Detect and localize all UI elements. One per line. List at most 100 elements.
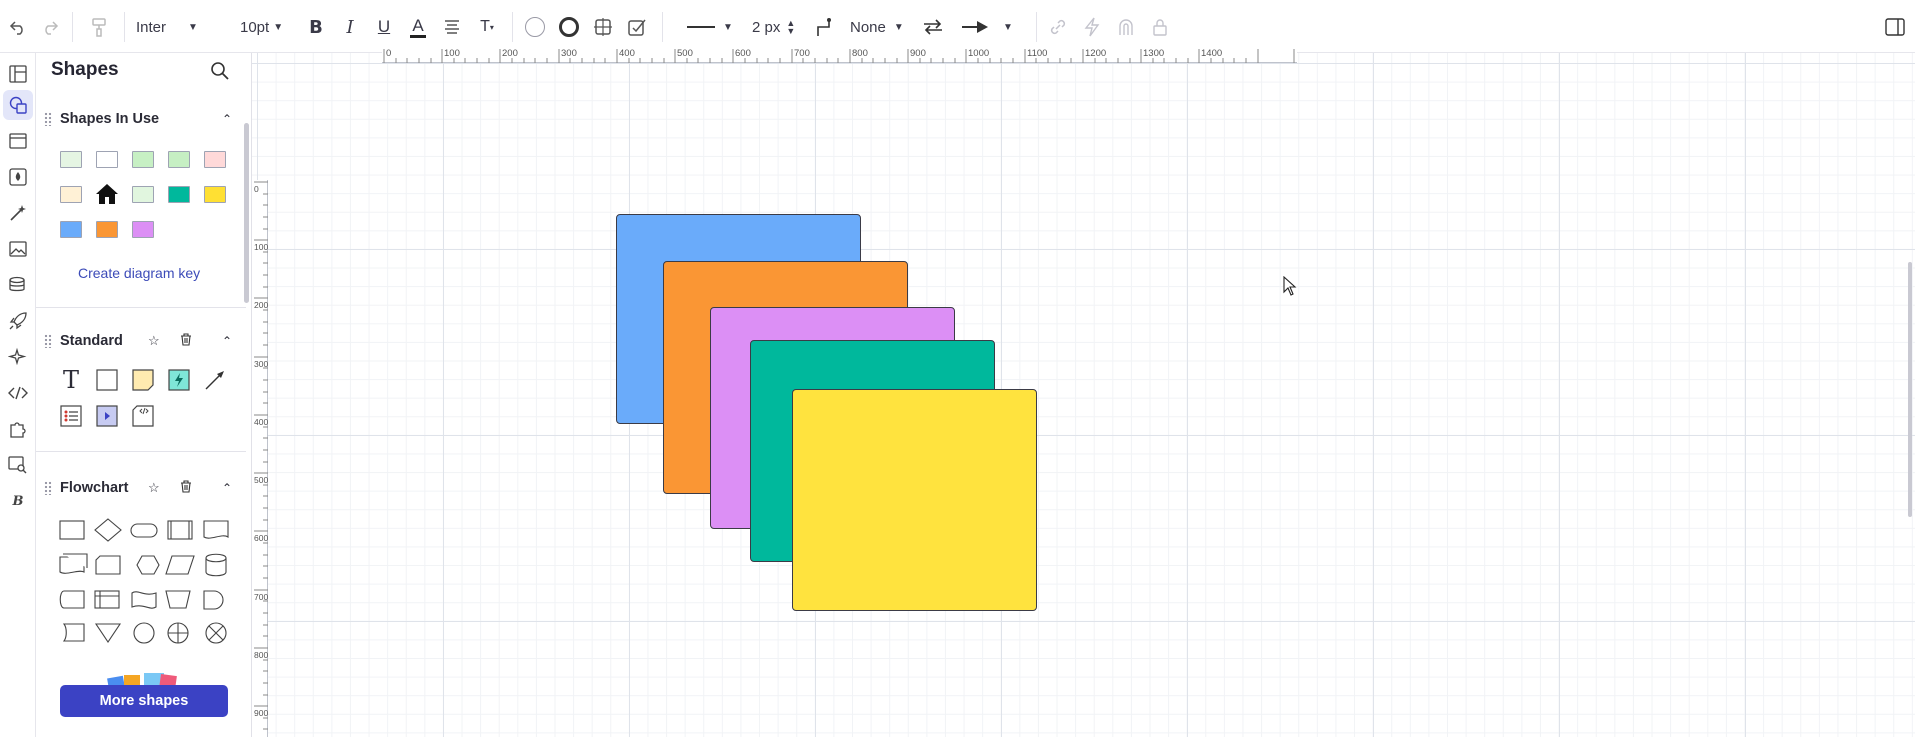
fill-color-icon[interactable] (522, 13, 548, 41)
toolbar-divider (72, 12, 73, 42)
toolbar-divider (124, 12, 125, 42)
create-diagram-key-link[interactable]: Create diagram key (78, 265, 200, 281)
line-color-icon[interactable] (556, 13, 582, 41)
canvas-scrollbar[interactable] (1908, 262, 1912, 517)
sticky-note-icon[interactable] (130, 367, 156, 393)
frame-icon[interactable] (3, 126, 33, 156)
used-shape-swatch[interactable] (132, 151, 154, 168)
toolbar-divider (1036, 12, 1037, 42)
ruler-label: 100 (444, 48, 460, 59)
underline-icon[interactable]: U (372, 13, 396, 41)
ruler-label: 200 (502, 48, 518, 59)
section-shapes-in-use[interactable]: Shapes In Use ⌃ (44, 107, 240, 131)
text-shape-icon[interactable]: T (58, 366, 84, 394)
bold-icon[interactable]: B (304, 13, 328, 41)
swap-arrows-icon[interactable] (920, 13, 946, 41)
used-shape-swatch[interactable] (96, 151, 118, 168)
font-size-select[interactable]: 10pt ▼ (240, 13, 290, 41)
brand-b-icon[interactable]: B (3, 486, 33, 516)
data-icon[interactable] (3, 270, 33, 300)
magic-wand-icon[interactable] (3, 198, 33, 228)
used-shape-swatch[interactable] (60, 186, 82, 203)
star-icon[interactable]: ☆ (148, 480, 160, 496)
house-icon[interactable] (94, 181, 120, 207)
section-divider (36, 451, 246, 452)
chevron-up-icon[interactable]: ⌃ (222, 334, 232, 348)
shapes-icon[interactable] (3, 90, 33, 120)
drag-handle-icon[interactable] (44, 112, 52, 126)
more-shapes-button[interactable]: More shapes (60, 685, 228, 717)
used-shape-swatch[interactable] (132, 221, 154, 238)
chevron-up-icon[interactable]: ⌃ (222, 481, 232, 495)
search-image-icon[interactable] (3, 450, 33, 480)
used-shape-swatch[interactable] (204, 186, 226, 203)
arrow-line-icon[interactable] (202, 367, 228, 393)
mouse-cursor-icon (1283, 275, 1297, 301)
text-color-icon[interactable]: A (406, 13, 430, 41)
drag-handle-icon[interactable] (44, 334, 52, 348)
arrow-start-value: None (850, 18, 886, 36)
search-icon[interactable] (208, 59, 232, 83)
stepper-icon: ▲ ▼ (786, 18, 796, 36)
ruler-label: 600 (735, 48, 751, 59)
ruler-label: 700 (254, 592, 269, 602)
ruler-label: 400 (619, 48, 635, 59)
used-shape-swatch[interactable] (168, 151, 190, 168)
style-panel-icon[interactable] (624, 13, 650, 41)
canvas[interactable] (252, 53, 1915, 737)
ruler-label: 1100 (1027, 48, 1048, 59)
chevron-down-icon: ▼ (188, 21, 198, 33)
line-width-select[interactable]: 2 px ▲ ▼ (752, 13, 802, 41)
italic-icon[interactable]: I (338, 13, 362, 41)
flowchart-shapes-grid[interactable] (56, 516, 236, 666)
trash-icon[interactable] (180, 332, 192, 350)
undo-icon[interactable] (6, 13, 30, 41)
arrow-start-select[interactable]: None ▼ (850, 13, 914, 41)
line-routing-icon[interactable] (812, 13, 836, 41)
used-shape-swatch[interactable] (96, 221, 118, 238)
align-icon[interactable] (440, 13, 464, 41)
drag-handle-icon[interactable] (44, 481, 52, 495)
panel-scrollbar[interactable] (244, 123, 249, 303)
star-icon[interactable]: ☆ (148, 333, 160, 349)
yellow-square[interactable] (792, 389, 1037, 611)
sparkle-icon[interactable] (3, 342, 33, 372)
shape-options-icon[interactable] (590, 13, 616, 41)
used-shape-swatch[interactable] (60, 151, 82, 168)
line-style-select[interactable]: ▼ (684, 13, 736, 41)
rocket-icon[interactable] (3, 306, 33, 336)
section-standard[interactable]: Standard ☆ ⌃ (44, 329, 240, 353)
format-painter-icon[interactable] (86, 13, 112, 41)
embed-code-shape-icon[interactable] (130, 403, 156, 429)
font-family-select[interactable]: Inter ▼ (136, 13, 208, 41)
text-options-icon[interactable]: T ▾ (474, 13, 500, 41)
section-title: Standard (60, 333, 123, 349)
redo-icon[interactable] (38, 13, 62, 41)
used-shape-swatch[interactable] (204, 151, 226, 168)
action-shape-icon[interactable] (166, 367, 192, 393)
lock-icon[interactable] (1148, 13, 1172, 41)
list-shape-icon[interactable] (58, 403, 84, 429)
used-shape-swatch[interactable] (168, 186, 190, 203)
arrow-end-select[interactable]: ▼ (958, 13, 1016, 41)
ruler-label: 1300 (1143, 48, 1165, 59)
integrations-puzzle-icon[interactable] (3, 414, 33, 444)
used-shape-swatch[interactable] (60, 221, 82, 238)
ruler-label: 300 (254, 359, 269, 369)
lightning-icon[interactable] (1080, 13, 1104, 41)
chevron-up-icon[interactable]: ⌃ (222, 112, 232, 126)
pages-icon[interactable] (3, 59, 33, 89)
link-icon[interactable] (1046, 13, 1070, 41)
ruler-label: 500 (677, 48, 693, 59)
code-icon[interactable] (3, 378, 33, 408)
toolbar: Inter ▼ 10pt ▼ B I U A T ▾ ▼ 2 px ▲ ▼ None ▼ ▼ (0, 0, 1915, 53)
fill-drop-icon[interactable] (3, 162, 33, 192)
video-shape-icon[interactable] (94, 403, 120, 429)
section-flowchart[interactable]: Flowchart ☆ ⌃ (44, 476, 240, 500)
right-panel-toggle-icon[interactable] (1882, 13, 1908, 41)
image-icon[interactable] (3, 234, 33, 264)
rectangle-shape-icon[interactable] (94, 367, 120, 393)
magnet-icon[interactable] (1114, 13, 1138, 41)
used-shape-swatch[interactable] (132, 186, 154, 203)
trash-icon[interactable] (180, 479, 192, 497)
